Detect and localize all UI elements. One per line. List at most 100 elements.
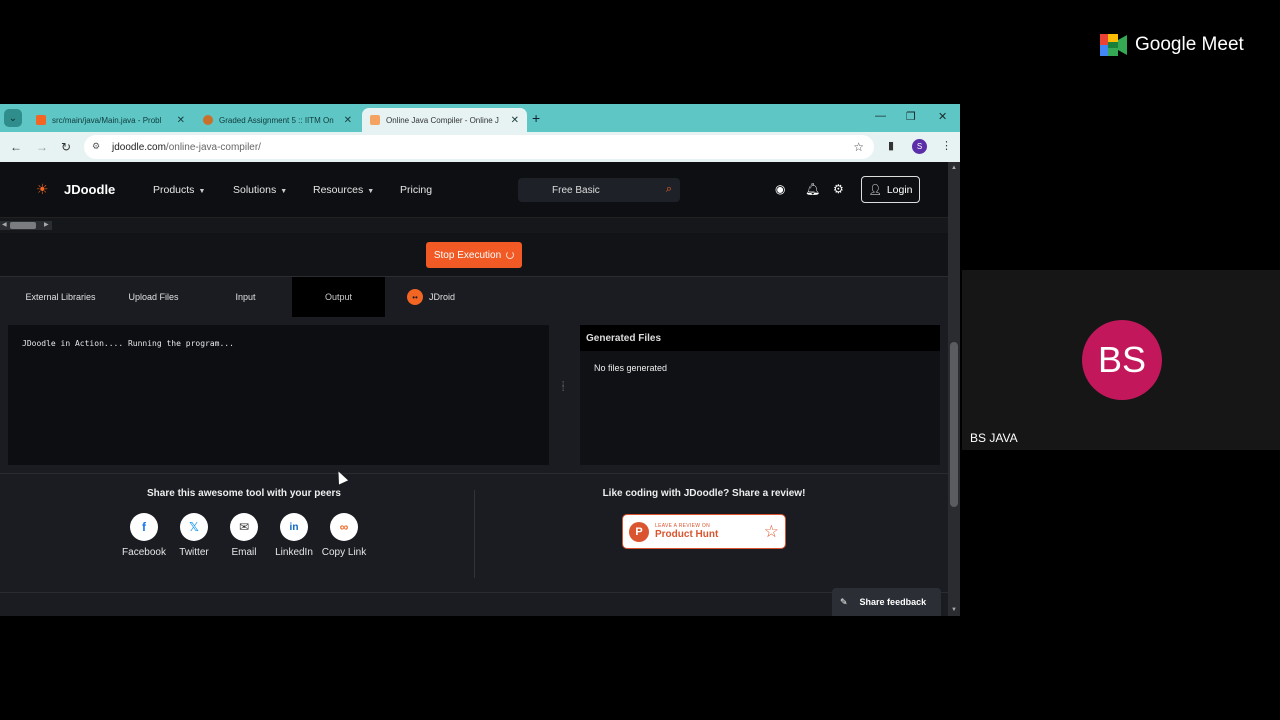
nav-resources[interactable]: Resources ▼ — [313, 184, 374, 196]
share-linkedin[interactable]: in LinkedIn — [268, 513, 320, 558]
more-menu-icon[interactable]: ⋮ — [941, 139, 952, 152]
side-panel-icon[interactable]: ▮ — [888, 139, 894, 152]
bookmark-star-icon[interactable]: ☆ — [853, 140, 864, 154]
favicon-icon — [370, 115, 380, 125]
tab-label: Upload Files — [128, 292, 179, 302]
discord-icon[interactable]: ◉ — [775, 182, 785, 196]
vertical-scrollbar[interactable]: ▲ ▼ — [948, 162, 960, 616]
tab-search-icon[interactable]: ⌄ — [4, 109, 22, 127]
scroll-up-icon[interactable]: ▲ — [951, 165, 957, 171]
browser-tab-online-java-compiler[interactable]: Online Java Compiler - Online J ✕ — [362, 108, 527, 132]
share-facebook[interactable]: f Facebook — [118, 513, 170, 558]
google-meet-logo: Google Meet — [1100, 34, 1244, 56]
nav-label: Resources — [313, 184, 364, 196]
back-icon[interactable]: ← — [10, 140, 22, 154]
window-close-icon[interactable]: ✕ — [938, 110, 947, 123]
jdoodle-page: ☀ JDoodle Products ▼ Solutions ▼ Resources… — [0, 162, 948, 616]
stop-label: Stop Execution — [433, 249, 502, 261]
minimize-icon[interactable]: — — [875, 110, 886, 122]
search-icon[interactable]: ⌕ — [666, 183, 672, 196]
resize-handle-icon[interactable]: ⁞ ⁞ — [562, 381, 564, 393]
facebook-icon: f — [130, 513, 158, 541]
tab-external-libraries[interactable]: External Libraries — [14, 277, 107, 317]
share-title: Share this awesome tool with your peers — [147, 488, 341, 499]
feedback-label: Share feedback — [859, 597, 927, 607]
url-domain: jdoodle.com — [112, 141, 166, 153]
jdoodle-logo[interactable]: ☀ JDoodle — [36, 181, 115, 197]
share-label: Email — [231, 547, 257, 558]
meet-camera-icon — [1100, 34, 1127, 56]
scroll-left-icon[interactable]: ◀ — [2, 221, 7, 228]
tab-jdroid[interactable]: •• JDroid — [385, 277, 478, 317]
search-input[interactable]: Free Basic ⌕ — [518, 178, 680, 202]
nav-pricing[interactable]: Pricing — [400, 184, 432, 196]
browser-tab-main-java[interactable]: src/main/java/Main.java - Probl ✕ — [28, 108, 193, 132]
tab-output[interactable]: Output — [292, 277, 385, 317]
new-tab-icon[interactable]: + — [532, 110, 540, 126]
share-section: Share this awesome tool with your peers … — [0, 473, 948, 593]
bell-icon[interactable]: 🔔︎ — [805, 182, 820, 196]
spinner-icon — [506, 251, 515, 259]
output-console[interactable]: JDoodle in Action.... Running the progra… — [8, 325, 549, 465]
nav-label: Pricing — [400, 184, 433, 196]
close-icon[interactable]: ✕ — [344, 115, 352, 126]
browser-toolbar: ← → ↻ ⚙ jdoodle.com/online-java-compiler… — [0, 132, 960, 162]
url-text: jdoodle.com/online-java-compiler/ — [112, 142, 261, 153]
share-label: Copy Link — [321, 547, 367, 558]
share-label: Facebook — [122, 547, 166, 558]
screen: Google Meet BS BS JAVA ⌄ src/main/java/M… — [0, 0, 1280, 720]
horizontal-scrollbar[interactable]: ◀ ▶ — [0, 218, 948, 233]
scroll-thumb[interactable] — [950, 342, 958, 507]
scroll-down-icon[interactable]: ▼ — [951, 607, 957, 613]
browser-window: ⌄ src/main/java/Main.java - Probl ✕ Grad… — [0, 104, 960, 616]
close-icon[interactable]: ✕ — [511, 115, 519, 126]
star-icon: ☆ — [763, 522, 779, 541]
tab-label: External Libraries — [25, 292, 96, 302]
favicon-icon — [36, 115, 46, 125]
io-tabs: External Libraries Upload Files Input Ou… — [0, 277, 948, 317]
browser-tab-graded-assignment[interactable]: Graded Assignment 5 :: IITM On ✕ — [195, 108, 360, 132]
product-hunt-badge[interactable]: P LEAVE A REVIEW ON Product Hunt ☆ — [622, 514, 786, 549]
meet-app-name: Google Meet — [1135, 34, 1244, 55]
profile-avatar[interactable]: S — [912, 139, 927, 154]
url-path: /online-java-compiler/ — [165, 141, 261, 153]
close-icon[interactable]: ✕ — [177, 115, 185, 126]
execution-bar: Stop Execution — [0, 233, 948, 277]
tab-title: src/main/java/Main.java - Probl — [52, 115, 162, 125]
output-text: JDoodle in Action.... Running the progra… — [22, 339, 234, 348]
gear-icon[interactable]: ⚙ — [833, 182, 844, 196]
chevron-down-icon: ▼ — [367, 188, 375, 195]
badge-big-text: Product Hunt — [655, 529, 719, 540]
reload-icon[interactable]: ↻ — [61, 140, 71, 154]
section-divider — [474, 490, 475, 578]
share-feedback-button[interactable]: ✎ Share feedback — [832, 588, 941, 616]
scroll-thumb[interactable] — [10, 222, 36, 229]
tab-label: Input — [235, 292, 256, 302]
review-title: Like coding with JDoodle? Share a review… — [602, 488, 806, 499]
share-twitter[interactable]: 𝕏 Twitter — [168, 513, 220, 558]
share-copy-link[interactable]: ∞ Copy Link — [318, 513, 370, 558]
pencil-icon: ✎ — [840, 596, 848, 607]
brand-name: JDoodle — [64, 181, 116, 197]
login-button[interactable]: 👤︎ Login — [861, 176, 920, 203]
tab-upload-files[interactable]: Upload Files — [107, 277, 200, 317]
nav-solutions[interactable]: Solutions ▼ — [233, 184, 287, 196]
search-text: Free Basic — [552, 184, 600, 196]
restore-icon[interactable]: ❐ — [906, 110, 916, 123]
favicon-icon — [203, 115, 213, 125]
chevron-down-icon: ▼ — [280, 188, 288, 195]
scroll-right-icon[interactable]: ▶ — [44, 221, 49, 228]
forward-icon[interactable]: → — [36, 140, 48, 154]
site-info-icon[interactable]: ⚙ — [92, 141, 104, 153]
stop-execution-button[interactable]: Stop Execution — [426, 242, 522, 268]
nav-products[interactable]: Products ▼ — [153, 184, 205, 196]
tab-label: JDroid — [429, 292, 456, 302]
tab-input[interactable]: Input — [199, 277, 292, 317]
tab-label: Output — [324, 292, 353, 302]
address-bar[interactable]: ⚙ jdoodle.com/online-java-compiler/ ☆ — [84, 135, 874, 159]
share-email[interactable]: ✉ Email — [218, 513, 270, 558]
chevron-down-icon: ▼ — [198, 188, 206, 195]
share-label: Twitter — [179, 547, 209, 558]
linkedin-icon: in — [280, 513, 308, 541]
participant-tile[interactable]: BS BS JAVA — [962, 270, 1280, 450]
